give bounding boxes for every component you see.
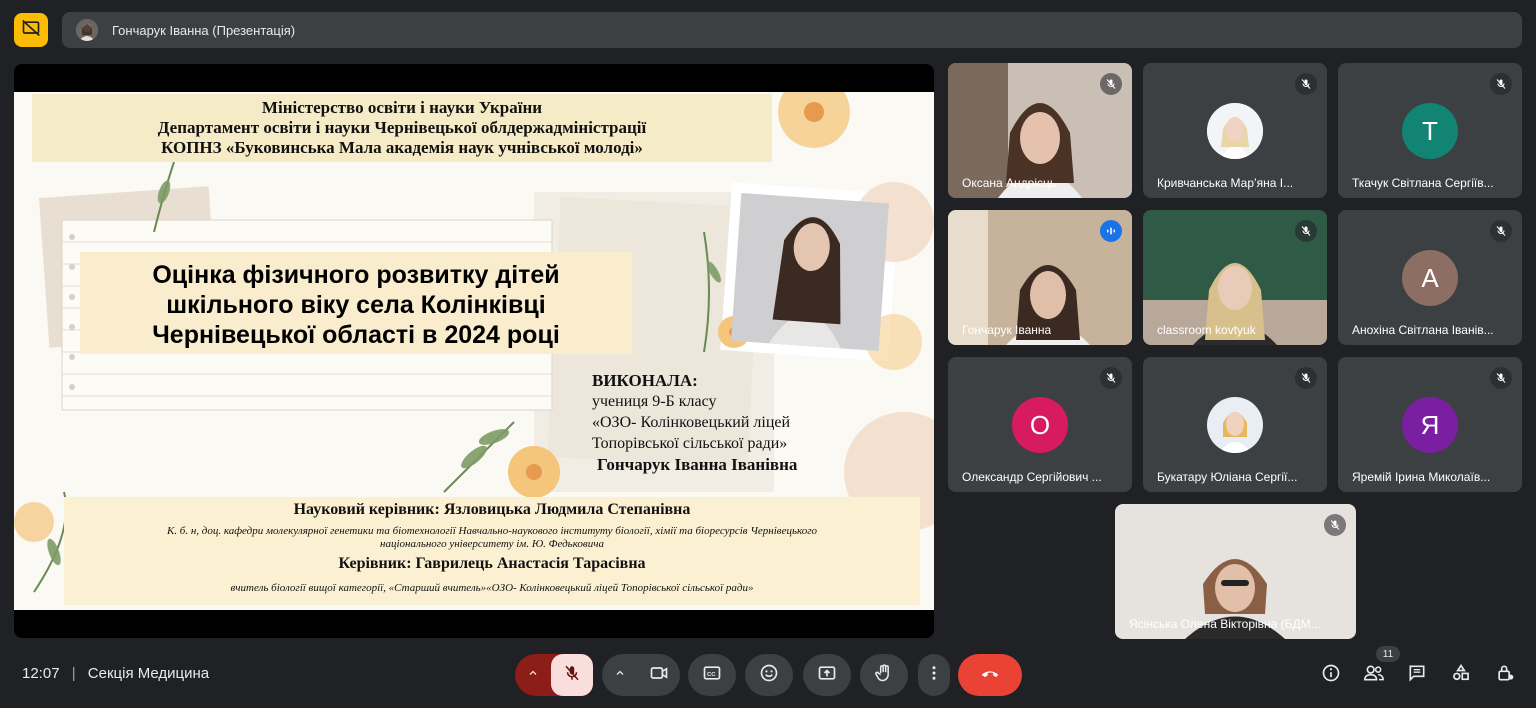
muted-mic-icon	[1100, 73, 1122, 95]
participant-tile[interactable]: Т Ткачук Світлана Сергіїв...	[1338, 63, 1522, 198]
participant-name: Ясінська Олена Вікторівна (БДМ...	[1129, 617, 1321, 631]
title-line-1: Оцінка фізичного розвитку дітей	[152, 261, 560, 289]
presentation-slide: Міністерство освіти і науки України Депа…	[14, 92, 934, 610]
emoji-icon	[759, 663, 779, 688]
participant-name: Ткачук Світлана Сергіїв...	[1352, 176, 1494, 190]
info-icon	[1321, 663, 1341, 688]
title-line-3: Чернівецької області в 2024 році	[152, 321, 560, 349]
info-separator: |	[71, 665, 76, 682]
participant-name: classroom kovtyuk	[1157, 323, 1256, 337]
meeting-info: 12:07 | Секція Медицина	[22, 665, 209, 682]
participant-tile-speaking[interactable]: Гончарук Іванна	[948, 210, 1132, 345]
academy-line: КОПНЗ «Буковинська Мала академія наук уч…	[161, 138, 643, 157]
supervisor-desc-1: К. б. н, доц. кафедри молекулярної генет…	[167, 525, 817, 537]
supervisor-name: Науковий керівник: Язловицька Людмила Ст…	[293, 501, 691, 518]
participant-avatar	[1207, 103, 1263, 159]
department-line: Департамент освіти і науки Чернівецької …	[157, 118, 647, 137]
people-count-badge: 11	[1376, 646, 1400, 662]
author-line-1: учениця 9-Б класу	[592, 393, 717, 410]
closed-captions-icon: CC	[702, 663, 722, 688]
participant-name: Оксана Андрісць	[962, 176, 1057, 190]
participant-name: Анохіна Світлана Іванів...	[1352, 323, 1494, 337]
muted-mic-icon	[1490, 73, 1512, 95]
supervisor-block: Науковий керівник: Язловицька Людмила Ст…	[64, 499, 920, 595]
presentation-stage: Міністерство освіти і науки України Депа…	[14, 64, 934, 638]
chat-icon	[1407, 663, 1427, 688]
participant-tile[interactable]: Я Яремій Ірина Миколаїв...	[1338, 357, 1522, 492]
participant-letter-avatar: Я	[1402, 397, 1458, 453]
participant-tile[interactable]: Букатару Юліана Сергії...	[1143, 357, 1327, 492]
supervisor-desc-2: національного університету ім. Ю. Федько…	[380, 538, 604, 550]
chevron-up-icon	[527, 666, 539, 684]
muted-mic-icon	[1295, 367, 1317, 389]
mic-off-icon	[563, 664, 581, 687]
people-button[interactable]	[1359, 660, 1389, 690]
video-camera-icon	[649, 663, 669, 688]
captions-button[interactable]: CC	[688, 654, 736, 696]
reactions-button[interactable]	[745, 654, 793, 696]
muted-mic-icon	[1324, 514, 1346, 536]
svg-text:CC: CC	[707, 671, 716, 677]
author-line-3: Топорівської сільської ради»	[592, 435, 788, 452]
muted-mic-icon	[1490, 367, 1512, 389]
participant-tile[interactable]: classroom kovtyuk	[1143, 210, 1327, 345]
muted-mic-icon	[1490, 220, 1512, 242]
chat-button[interactable]	[1402, 660, 1432, 690]
hand-icon	[874, 663, 894, 688]
camera-toggle-button[interactable]	[638, 654, 680, 696]
presenter-avatar	[76, 19, 98, 41]
title-line-2: шкільного віку села Колінківці	[166, 291, 546, 319]
participant-name: Букатару Юліана Сергії...	[1157, 470, 1298, 484]
participant-tile[interactable]: О Олександр Сергійович ...	[948, 357, 1132, 492]
speaking-indicator-icon	[1100, 220, 1122, 242]
raise-hand-button[interactable]	[860, 654, 908, 696]
participant-tile[interactable]: Ясінська Олена Вікторівна (БДМ...	[1115, 504, 1356, 639]
presenting-indicator-button[interactable]	[14, 13, 48, 47]
leader-name: Керівник: Гаврилець Анастасія Тарасівна	[338, 555, 646, 572]
muted-mic-icon	[1295, 220, 1317, 242]
participant-name: Олександр Сергійович ...	[962, 470, 1102, 484]
participant-name: Кривчанська Мар’яна І...	[1157, 176, 1294, 190]
call-end-icon	[979, 662, 1001, 689]
participant-letter-avatar: А	[1402, 250, 1458, 306]
participant-name: Яремій Ірина Миколаїв...	[1352, 470, 1491, 484]
participant-tile[interactable]: Оксана Андрісць	[948, 63, 1132, 198]
current-time: 12:07	[22, 665, 60, 682]
participant-name: Гончарук Іванна	[962, 323, 1052, 337]
author-block: ВИКОНАЛА: учениця 9-Б класу «ОЗО- Колінк…	[592, 370, 892, 475]
lock-person-icon	[1495, 663, 1515, 688]
muted-mic-icon	[1100, 367, 1122, 389]
participant-letter-avatar: Т	[1402, 103, 1458, 159]
author-heading: ВИКОНАЛА:	[592, 371, 698, 390]
chevron-up-icon	[614, 666, 626, 684]
people-icon	[1363, 663, 1385, 688]
meeting-details-button[interactable]	[1316, 660, 1346, 690]
participant-letter-avatar: О	[1012, 397, 1068, 453]
author-line-2: «ОЗО- Колінковецький ліцей	[592, 414, 791, 431]
author-name: Гончарук Іванна Іванівна	[597, 455, 798, 474]
meeting-name: Секція Медицина	[87, 665, 210, 682]
present-off-icon	[21, 18, 41, 43]
audio-options-button[interactable]	[515, 654, 551, 696]
shapes-icon	[1451, 663, 1471, 688]
presentation-banner-text: Гончарук Іванна (Презентація)	[112, 22, 296, 38]
present-screen-button[interactable]	[803, 654, 851, 696]
slide-title: Оцінка фізичного розвитку дітей шкільног…	[80, 260, 632, 350]
muted-mic-icon	[1295, 73, 1317, 95]
present-to-all-icon	[817, 663, 837, 688]
leader-desc: вчитель біології вищої категорії, «Старш…	[230, 582, 754, 594]
microphone-toggle-button[interactable]	[551, 654, 593, 696]
slide-header: Міністерство освіти і науки України Депа…	[32, 98, 772, 158]
video-options-button[interactable]	[602, 654, 638, 696]
leave-call-button[interactable]	[958, 654, 1022, 696]
more-options-button[interactable]	[918, 654, 950, 696]
more-vert-icon	[925, 664, 943, 687]
participant-tile[interactable]: А Анохіна Світлана Іванів...	[1338, 210, 1522, 345]
host-controls-button[interactable]	[1490, 660, 1520, 690]
activities-button[interactable]	[1446, 660, 1476, 690]
participant-tile[interactable]: Кривчанська Мар’яна І...	[1143, 63, 1327, 198]
participant-avatar	[1207, 397, 1263, 453]
ministry-line: Міністерство освіти і науки України	[261, 98, 543, 117]
presentation-banner[interactable]: Гончарук Іванна (Презентація)	[62, 12, 1522, 48]
